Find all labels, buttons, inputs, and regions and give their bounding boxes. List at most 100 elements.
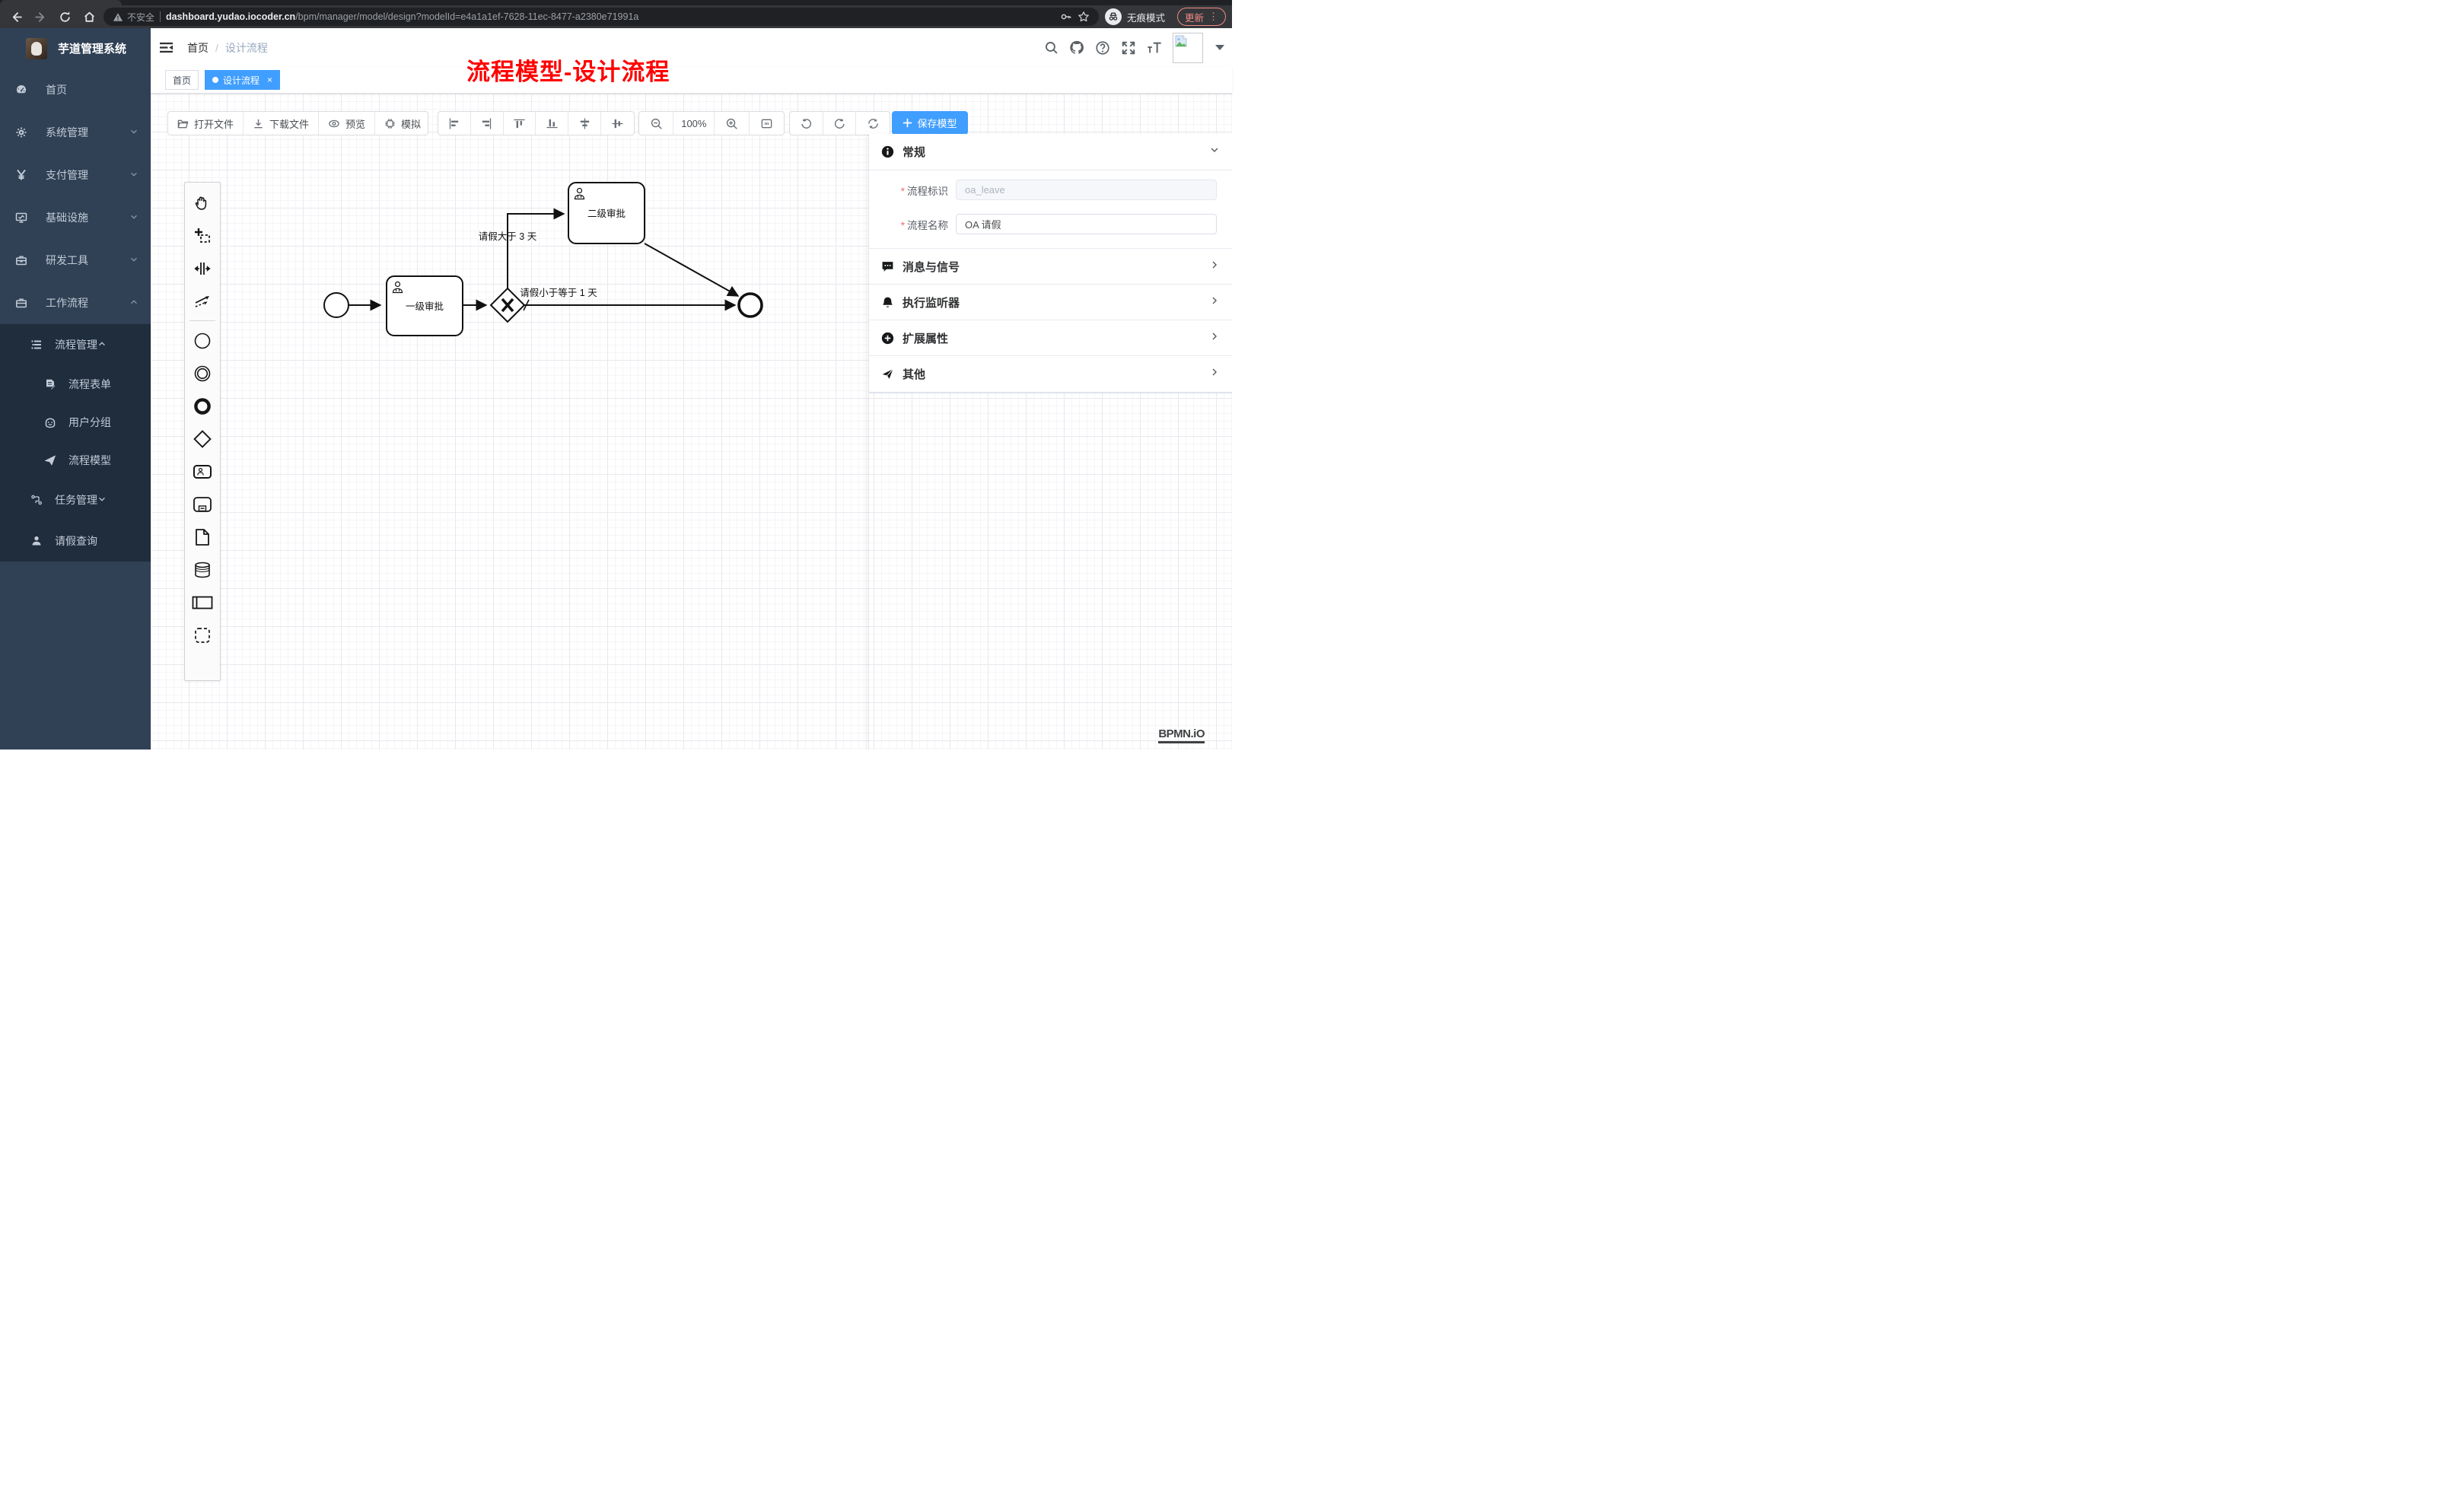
document-edit-icon	[44, 378, 56, 390]
sidebar-fold-icon[interactable]	[151, 28, 181, 67]
section-extended-attributes[interactable]: 扩展属性	[869, 320, 1232, 356]
create-participant[interactable]	[185, 586, 220, 619]
sidebar-item-label: 任务管理	[55, 492, 97, 508]
sidebar-item-label: 工作流程	[46, 295, 129, 310]
process-name-label: *流程名称	[880, 217, 956, 232]
section-other[interactable]: 其他	[869, 356, 1232, 392]
create-subprocess[interactable]	[185, 488, 220, 520]
plus-icon	[903, 118, 912, 128]
sidebar-item-label: 流程模型	[68, 453, 111, 468]
process-name-input[interactable]	[956, 214, 1217, 234]
end-event[interactable]	[739, 294, 762, 317]
sidebar-item-label: 流程表单	[68, 377, 111, 392]
sidebar-item-process-mgmt[interactable]: 流程管理	[0, 324, 151, 365]
bpmn-canvas[interactable]: 打开文件 下载文件 预览 模拟	[151, 94, 1232, 750]
sidebar-item-user-group[interactable]: 用户分组	[0, 403, 151, 441]
font-size-icon[interactable]	[1147, 40, 1162, 56]
task-label: 一级审批	[406, 301, 444, 312]
chevron-down-icon	[129, 212, 138, 224]
home-icon[interactable]	[79, 8, 99, 26]
chevron-right-icon	[1209, 295, 1220, 310]
tree-list-icon	[30, 339, 43, 351]
chevron-down-icon	[129, 169, 138, 181]
process-key-input[interactable]	[956, 180, 1217, 200]
create-data-store[interactable]	[185, 553, 220, 586]
sidebar-item-process-form[interactable]: 流程表单	[0, 365, 151, 403]
header-actions	[1043, 28, 1224, 67]
bell-icon	[881, 296, 894, 309]
browser-update-button[interactable]: 更新 ⋮	[1177, 8, 1226, 26]
send-icon	[881, 368, 894, 380]
annotation-text: 流程模型-设计流程	[466, 53, 670, 87]
chevron-right-icon	[1209, 259, 1220, 274]
process-key-label: *流程标识	[880, 183, 956, 198]
sidebar-item-label: 用户分组	[68, 415, 111, 430]
fullscreen-icon[interactable]	[1121, 40, 1136, 56]
section-title: 执行监听器	[903, 294, 1201, 310]
security-badge[interactable]: 不安全	[113, 11, 154, 24]
chevron-down-icon	[129, 126, 138, 138]
breadcrumb: 首页 / 设计流程	[187, 40, 268, 56]
help-icon[interactable]	[1095, 40, 1110, 56]
start-event[interactable]	[324, 293, 349, 317]
app-header: 首页 / 设计流程	[151, 28, 1232, 67]
close-icon[interactable]: ×	[267, 75, 272, 85]
sidebar-item-label: 研发工具	[46, 253, 129, 268]
toolbox-icon	[15, 254, 27, 266]
sidebar-item-leave-query[interactable]: 请假查询	[0, 520, 151, 562]
avatar-caret-icon[interactable]	[1215, 45, 1224, 50]
incognito-badge: 无痕模式	[1103, 8, 1173, 25]
sidebar-item-label: 支付管理	[46, 167, 129, 183]
browser-tab-strip	[0, 0, 1232, 5]
chevron-down-icon	[129, 254, 138, 266]
url-text[interactable]: dashboard.yudao.iocoder.cn/bpm/manager/m…	[166, 11, 1055, 22]
create-group[interactable]	[185, 619, 220, 651]
required-mark: *	[901, 220, 905, 231]
sidebar-item-process-model[interactable]: 流程模型	[0, 441, 151, 479]
bookmark-star-icon[interactable]	[1078, 11, 1090, 23]
save-model-button[interactable]: 保存模型	[892, 111, 968, 135]
section-title: 消息与信号	[903, 259, 1201, 275]
url-bar[interactable]: 不安全 dashboard.yudao.iocoder.cn/bpm/manag…	[103, 8, 1099, 26]
sidebar-item-system[interactable]: 系统管理	[0, 111, 151, 154]
url-path: /bpm/manager/model/design?modelId=e4a1a1…	[295, 11, 638, 22]
tag-design-process[interactable]: 设计流程 ×	[205, 70, 280, 90]
github-icon[interactable]	[1069, 40, 1084, 56]
user-task-level2[interactable]: 二级审批	[568, 183, 645, 243]
section-general[interactable]: 常规	[869, 134, 1232, 170]
sidebar-item-devtools[interactable]: 研发工具	[0, 239, 151, 282]
browser-active-tab[interactable]	[0, 0, 122, 5]
search-icon[interactable]	[1043, 40, 1059, 56]
message-icon	[881, 260, 894, 273]
user-avatar[interactable]	[1173, 33, 1203, 63]
process-name-row: *流程名称	[880, 214, 1217, 234]
reload-icon[interactable]	[55, 8, 75, 26]
sidebar-item-workflow[interactable]: 工作流程	[0, 282, 151, 324]
section-execution-listener[interactable]: 执行监听器	[869, 285, 1232, 320]
key-icon[interactable]	[1060, 11, 1072, 23]
breadcrumb-home[interactable]: 首页	[187, 40, 209, 56]
back-icon[interactable]	[6, 8, 26, 26]
sidebar-item-infra[interactable]: 基础设施	[0, 196, 151, 239]
main-area: 首页 / 设计流程 首页 设计流程	[151, 28, 1232, 750]
panel-bottom-divider	[869, 392, 1232, 393]
tag-home[interactable]: 首页	[165, 70, 199, 90]
create-data-object[interactable]	[185, 520, 220, 553]
edge-label-le1[interactable]: 请假小于等于 1 天	[520, 287, 597, 298]
bpmn-io-watermark[interactable]: BPMN.iO	[1158, 727, 1205, 743]
sidebar-item-label: 请假查询	[55, 533, 97, 549]
sidebar-item-payment[interactable]: 支付管理	[0, 154, 151, 196]
warning-icon	[113, 12, 123, 22]
sidebar-item-home[interactable]: 首页	[0, 68, 151, 111]
sidebar-item-task-mgmt[interactable]: 任务管理	[0, 479, 151, 520]
general-fields: *流程标识 *流程名称	[869, 170, 1232, 249]
chevron-right-icon	[1209, 367, 1220, 381]
section-message-signal[interactable]: 消息与信号	[869, 249, 1232, 285]
app-logo[interactable]: 芋道管理系统	[0, 28, 151, 68]
browser-menu-icon[interactable]: ⋮	[1208, 11, 1218, 23]
flow-task2-to-end[interactable]	[645, 243, 738, 296]
edge-label-gt3[interactable]: 请假大于 3 天	[479, 231, 537, 242]
forward-icon[interactable]	[30, 8, 50, 26]
flow-gateway-to-task2[interactable]	[508, 214, 564, 288]
user-task-level1[interactable]: 一级审批	[387, 276, 463, 336]
